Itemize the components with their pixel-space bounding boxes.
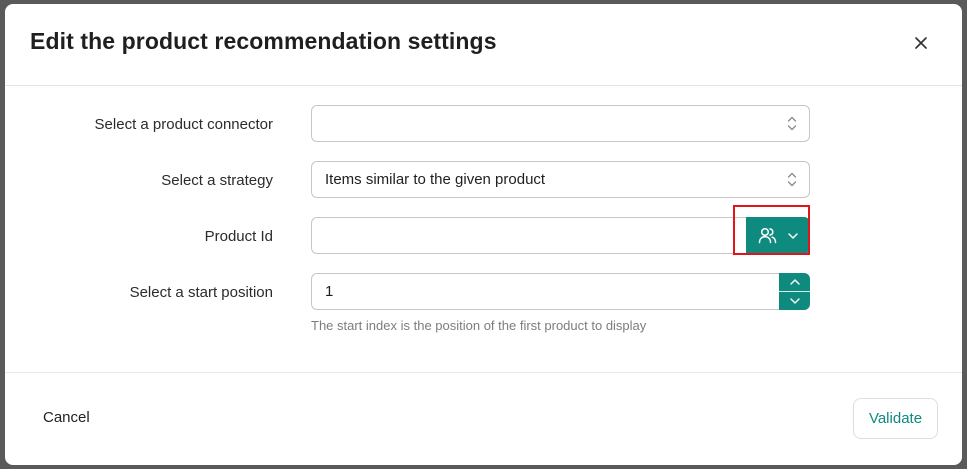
header-divider [5,85,962,86]
start-position-help: The start index is the position of the f… [311,318,647,333]
close-icon [915,37,927,49]
start-position-input[interactable]: 1 [311,273,810,310]
strategy-label: Select a strategy [161,172,273,189]
sort-arrows-icon [787,116,797,131]
chevron-up-icon [789,279,800,285]
strategy-select[interactable]: Items similar to the given product [311,161,810,198]
increment-button[interactable] [779,273,810,291]
product-id-input[interactable] [311,217,810,254]
sort-arrows-icon [787,172,797,187]
start-position-label: Select a start position [129,284,273,301]
connector-label: Select a product connector [94,116,273,133]
chevron-down-icon [787,232,798,239]
chevron-down-icon [789,298,800,304]
dialog-title: Edit the product recommendation settings [30,28,497,54]
strategy-select-value: Items similar to the given product [325,171,546,188]
footer-divider [5,372,962,373]
product-id-label: Product Id [204,228,273,245]
recommendation-settings-dialog: Edit the product recommendation settings… [5,4,962,465]
cancel-button[interactable]: Cancel [43,409,90,426]
connector-select[interactable] [311,105,810,142]
product-picker-button[interactable] [746,217,810,254]
users-icon [758,227,776,244]
decrement-button[interactable] [779,292,810,310]
close-button[interactable] [909,31,933,55]
validate-button[interactable]: Validate [853,398,938,439]
number-spinner [779,273,810,310]
start-position-value: 1 [325,283,334,300]
